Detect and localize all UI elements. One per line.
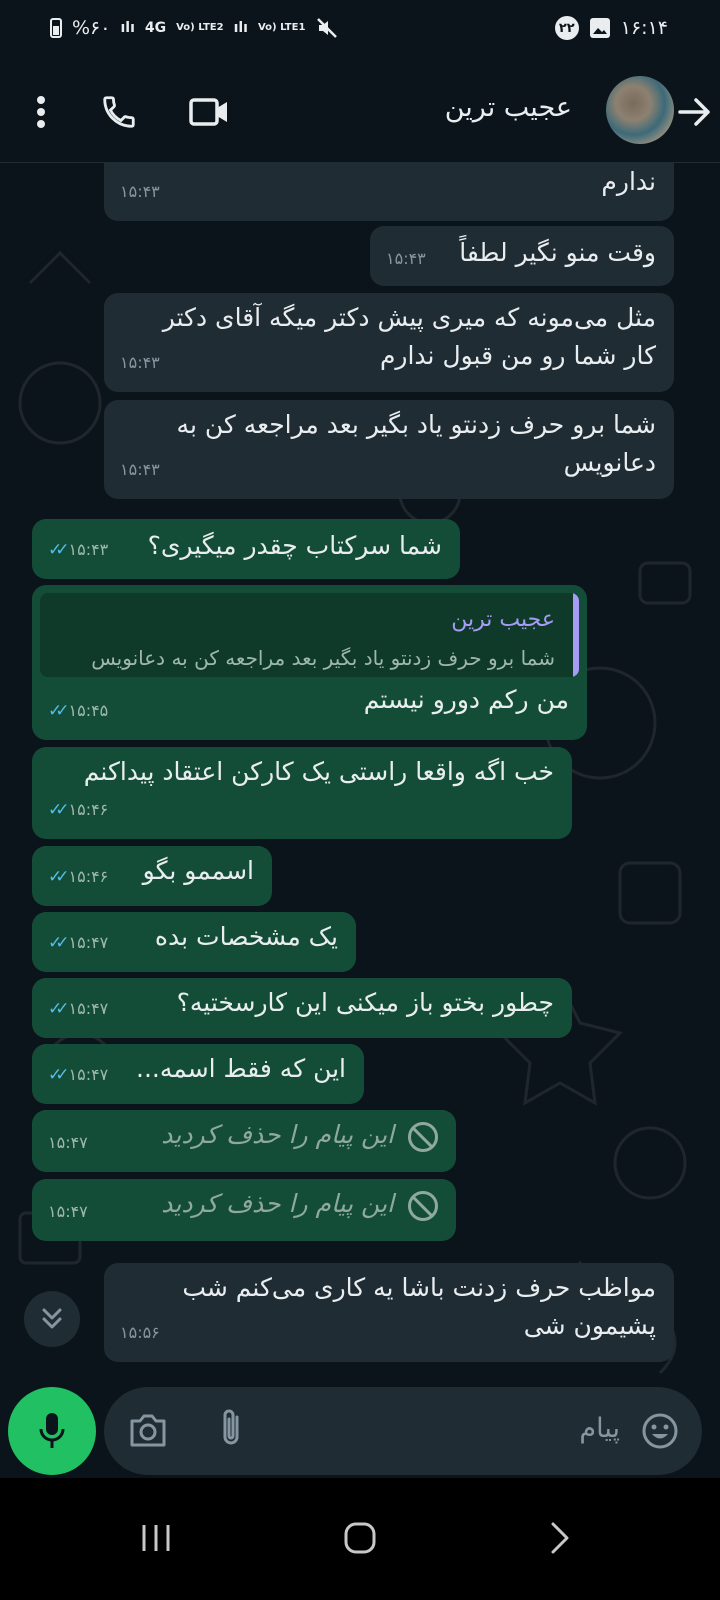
message-time: ۱۵:۴۳ (386, 249, 426, 268)
message-placeholder: پیام (579, 1413, 620, 1444)
notification-badge: ۲۲ (554, 16, 579, 40)
clock: ۱۶:۱۴ (620, 17, 668, 39)
read-ticks-icon: ✓✓ (48, 867, 69, 887)
message-time: ۱۵:۴۳ (120, 460, 160, 479)
message-meta: ✓✓ ۱۵:۴۶ (48, 791, 108, 829)
avatar[interactable] (606, 76, 674, 144)
quote-accent-bar (573, 593, 579, 677)
status-bar: %۶۰ ılı 4G Vo) LTE2 ılı Vo) LTE1 ۲۲ ۱۶:۱… (0, 0, 720, 62)
gallery-icon (589, 18, 610, 38)
message-text: ندارم (601, 167, 656, 196)
home-button[interactable] (330, 1508, 390, 1568)
message-time: ۱۵:۴۷ (68, 1065, 109, 1084)
recents-button[interactable] (126, 1508, 186, 1568)
message-meta: ✓✓ ۱۵:۴۳ (48, 531, 108, 569)
message-outgoing[interactable]: شما سرکتاب چقدر میگیری؟ ✓✓ ۱۵:۴۳ (32, 519, 460, 579)
blocked-icon (408, 1191, 438, 1221)
message-text-line2: پشیمون شی (523, 1311, 656, 1340)
read-ticks-icon: ✓✓ (48, 1065, 69, 1085)
emoji-icon[interactable] (640, 1411, 680, 1451)
mute-icon (317, 18, 338, 38)
lte2-label: Vo) LTE2 (176, 22, 224, 33)
message-outgoing[interactable]: این که فقط اسمه... ✓✓ ۱۵:۴۷ (32, 1044, 364, 1104)
message-meta: ✓✓ ۱۵:۴۷ (48, 1056, 108, 1094)
message-time: ۱۵:۴۶ (68, 867, 109, 886)
message-text: این پیام را حذف کردید (161, 1189, 394, 1218)
mic-icon (39, 1413, 65, 1448)
message-outgoing[interactable]: چطور بختو باز میکنی این کارسختیه؟ ✓✓ ۱۵:… (32, 978, 572, 1038)
signal-icon: ılı (120, 20, 135, 36)
message-incoming[interactable]: مواظب حرف زدنت باشا یه کاری می‌کنم شب پش… (104, 1263, 674, 1362)
message-time: ۱۵:۴۳ (68, 540, 109, 559)
battery-level: %۶۰ (72, 17, 111, 39)
blocked-icon (408, 1122, 438, 1152)
message-time: ۱۵:۴۷ (68, 933, 109, 952)
message-time: ۱۵:۴۷ (48, 1202, 88, 1221)
message-time: ۱۵:۴۵ (68, 701, 109, 720)
message-text: خب اگه واقعا راستی یک کارکن اعتقاد پیداک… (83, 757, 554, 786)
message-text-line2: دعانویس (563, 448, 656, 477)
read-ticks-icon: ✓✓ (48, 800, 69, 820)
message-outgoing[interactable]: خب اگه واقعا راستی یک کارکن اعتقاد پیداک… (32, 747, 572, 839)
recents-icon (142, 1525, 170, 1551)
scroll-to-bottom-button[interactable] (24, 1291, 80, 1347)
video-call-icon[interactable] (184, 87, 234, 137)
message-meta: ✓✓ ۱۵:۴۶ (48, 858, 108, 896)
message-outgoing[interactable]: اسممو بگو ✓✓ ۱۵:۴۶ (32, 846, 272, 906)
phone-icon[interactable] (94, 87, 144, 137)
status-left: %۶۰ ılı 4G Vo) LTE2 ılı Vo) LTE1 (50, 16, 339, 40)
more-vert-icon[interactable] (16, 87, 66, 137)
attach-icon[interactable] (216, 1407, 246, 1451)
message-input[interactable]: پیام (104, 1387, 702, 1475)
read-ticks-icon: ✓✓ (48, 540, 69, 560)
chat-area[interactable]: ندارم ۱۵:۴۳ وقت منو نگیر لطفاً ۱۵:۴۳ مثل… (0, 163, 720, 1408)
battery-icon (50, 18, 62, 38)
mic-button[interactable] (8, 1387, 96, 1475)
back-button[interactable] (530, 1508, 590, 1568)
message-meta: ✓✓ ۱۵:۴۵ (48, 692, 108, 730)
message-text-line2: کار شما رو من قبول ندارم (379, 341, 656, 370)
signal-icon: ılı (233, 20, 248, 36)
message-time: ۱۵:۴۷ (68, 999, 109, 1018)
message-text: چطور بختو باز میکنی این کارسختیه؟ (176, 988, 554, 1017)
message-incoming[interactable]: مثل می‌مونه که میری پیش دکتر میگه آقای د… (104, 293, 674, 392)
message-time: ۱۵:۴۳ (120, 353, 160, 372)
message-meta: ✓✓ ۱۵:۴۷ (48, 990, 108, 1028)
system-nav-bar (0, 1478, 720, 1600)
message-incoming[interactable]: ندارم ۱۵:۴۳ (104, 163, 674, 221)
message-text: این پیام را حذف کردید (161, 1120, 394, 1149)
quote-text: شما برو حرف زدنتو یاد بگیر بعد مراجعه کن… (91, 646, 555, 670)
message-time: ۱۵:۴۷ (48, 1133, 88, 1152)
message-incoming[interactable]: شما برو حرف زدنتو یاد بگیر بعد مراجعه کن… (104, 400, 674, 499)
read-ticks-icon: ✓✓ (48, 999, 69, 1019)
message-meta: ✓✓ ۱۵:۴۷ (48, 924, 108, 962)
message-text: من رکم دورو نیستم (363, 685, 569, 714)
double-chevron-down-icon (42, 1308, 62, 1329)
back-arrow-icon[interactable] (670, 87, 720, 137)
quote-author: عجیب ترین (451, 607, 555, 632)
home-icon (344, 1522, 376, 1554)
message-text-line1: شما برو حرف زدنتو یاد بگیر بعد مراجعه کن… (176, 410, 656, 439)
quoted-message[interactable]: عجیب ترین شما برو حرف زدنتو یاد بگیر بعد… (40, 593, 579, 677)
message-deleted[interactable]: این پیام را حذف کردید ۱۵:۴۷ (32, 1110, 456, 1172)
read-ticks-icon: ✓✓ (48, 701, 69, 721)
network-type: 4G (144, 20, 167, 36)
message-time: ۱۵:۴۳ (120, 182, 160, 201)
message-text-line1: مواظب حرف زدنت باشا یه کاری می‌کنم شب (182, 1273, 656, 1302)
message-incoming[interactable]: وقت منو نگیر لطفاً ۱۵:۴۳ (370, 226, 674, 286)
message-outgoing-reply[interactable]: عجیب ترین شما برو حرف زدنتو یاد بگیر بعد… (32, 585, 587, 740)
message-time: ۱۵:۵۶ (120, 1323, 160, 1342)
back-nav-icon (551, 1522, 569, 1554)
message-deleted[interactable]: این پیام را حذف کردید ۱۵:۴۷ (32, 1179, 456, 1241)
contact-name[interactable]: عجیب ترین (445, 92, 572, 123)
input-bar: پیام (0, 1385, 720, 1477)
chat-header: عجیب ترین (0, 62, 720, 163)
status-right: ۲۲ ۱۶:۱۴ (554, 16, 668, 40)
message-text-line1: مثل می‌مونه که میری پیش دکتر میگه آقای د… (162, 303, 656, 332)
message-outgoing[interactable]: یک مشخصات بده ✓✓ ۱۵:۴۷ (32, 912, 356, 972)
lte1-label: Vo) LTE1 (257, 22, 306, 33)
read-ticks-icon: ✓✓ (48, 933, 69, 953)
message-time: ۱۵:۴۶ (68, 800, 109, 819)
camera-icon[interactable] (128, 1411, 168, 1449)
